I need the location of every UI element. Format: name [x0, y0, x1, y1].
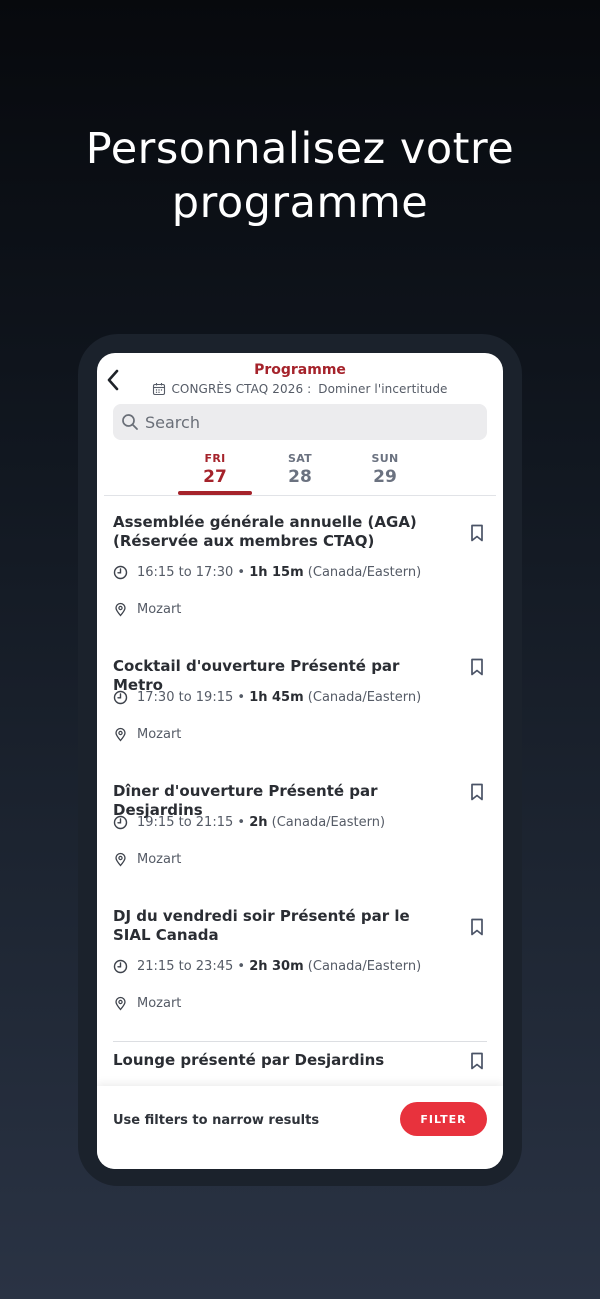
duration: 2h 30m: [249, 959, 304, 974]
event-name: CONGRÈS CTAQ 2026 :: [171, 382, 312, 396]
promo-headline-line1: Personnalisez votre: [85, 124, 515, 174]
location-name: Mozart: [137, 852, 182, 867]
duration: 1h 15m: [249, 565, 304, 580]
day-name: FRI: [204, 452, 226, 465]
location-name: Mozart: [137, 727, 182, 742]
day-name: SAT: [288, 452, 312, 465]
event-subtitle: CONGRÈS CTAQ 2026 : Dominer l'incertitud…: [97, 382, 503, 396]
session-location: Mozart: [113, 727, 181, 742]
event-theme: Dominer l'incertitude: [318, 382, 448, 396]
location-pin-icon: [115, 996, 126, 1011]
filter-button[interactable]: FILTER: [400, 1102, 487, 1136]
time-range: 16:15 to 17:30: [137, 565, 234, 580]
bookmark-icon[interactable]: [467, 523, 487, 543]
day-date: 28: [288, 467, 312, 487]
day-date: 29: [373, 467, 397, 487]
duration: 1h 45m: [249, 690, 304, 705]
search-icon: [122, 414, 138, 430]
duration: 2h: [249, 815, 268, 830]
day-name: SUN: [371, 452, 399, 465]
location-pin-icon: [115, 727, 126, 742]
session-list[interactable]: Assemblée générale annuelle (AGA) (Réser…: [97, 496, 503, 1086]
search-placeholder: Search: [145, 412, 200, 432]
timezone: (Canada/Eastern): [307, 690, 422, 705]
session-item[interactable]: Cocktail d'ouverture Présenté par Metro …: [113, 657, 487, 757]
list-separator: [113, 1041, 487, 1042]
session-item[interactable]: Dîner d'ouverture Présenté par Desjardin…: [113, 782, 487, 882]
time-range: 19:15 to 21:15: [137, 815, 234, 830]
timezone: (Canada/Eastern): [271, 815, 386, 830]
calendar-icon: [153, 383, 166, 396]
session-title: DJ du vendredi soir Présenté par le SIAL…: [113, 907, 410, 944]
session-location: Mozart: [113, 602, 181, 617]
session-time: 19:15 to 21:15 • 2h (Canada/Eastern): [113, 815, 385, 830]
session-location: Mozart: [113, 852, 181, 867]
timezone: (Canada/Eastern): [307, 959, 422, 974]
search-input[interactable]: Search: [113, 404, 487, 440]
session-title: Lounge présenté par Desjardins: [113, 1051, 385, 1069]
filter-hint: Use filters to narrow results: [113, 1113, 320, 1128]
promo-headline: Personnalisez votre programme: [0, 122, 600, 230]
tab-day-sun[interactable]: SUN 29: [348, 452, 422, 487]
clock-icon: [113, 815, 128, 830]
session-time: 16:15 to 17:30 • 1h 15m (Canada/Eastern): [113, 565, 421, 580]
clock-icon: [113, 565, 128, 580]
bookmark-icon[interactable]: [467, 657, 487, 677]
location-name: Mozart: [137, 996, 182, 1011]
tab-day-fri[interactable]: FRI 27: [178, 452, 252, 495]
location-name: Mozart: [137, 602, 182, 617]
timezone: (Canada/Eastern): [307, 565, 422, 580]
day-date: 27: [203, 467, 227, 487]
location-pin-icon: [115, 852, 126, 867]
bookmark-icon[interactable]: [467, 1051, 487, 1071]
session-time: 17:30 to 19:15 • 1h 45m (Canada/Eastern): [113, 690, 421, 705]
session-title: Assemblée générale annuelle (AGA) (Réser…: [113, 513, 417, 550]
app-screen: Programme CONGRÈS CTAQ 2026 : Dominer l'…: [97, 353, 503, 1169]
session-item[interactable]: Assemblée générale annuelle (AGA) (Réser…: [113, 513, 487, 623]
bookmark-icon[interactable]: [467, 917, 487, 937]
session-location: Mozart: [113, 996, 181, 1011]
tab-day-sat[interactable]: SAT 28: [263, 452, 337, 487]
session-item[interactable]: Lounge présenté par Desjardins: [113, 1051, 487, 1086]
day-tabs: FRI 27 SAT 28 SUN 29: [97, 452, 503, 496]
page-title: Programme: [254, 362, 346, 378]
filter-bar: Use filters to narrow results FILTER: [97, 1086, 503, 1169]
promo-headline-line2: programme: [171, 178, 429, 228]
time-range: 21:15 to 23:45: [137, 959, 234, 974]
bookmark-icon[interactable]: [467, 782, 487, 802]
clock-icon: [113, 690, 128, 705]
session-item[interactable]: DJ du vendredi soir Présenté par le SIAL…: [113, 907, 487, 1027]
location-pin-icon: [115, 602, 126, 617]
clock-icon: [113, 959, 128, 974]
time-range: 17:30 to 19:15: [137, 690, 234, 705]
session-time: 21:15 to 23:45 • 2h 30m (Canada/Eastern): [113, 959, 421, 974]
